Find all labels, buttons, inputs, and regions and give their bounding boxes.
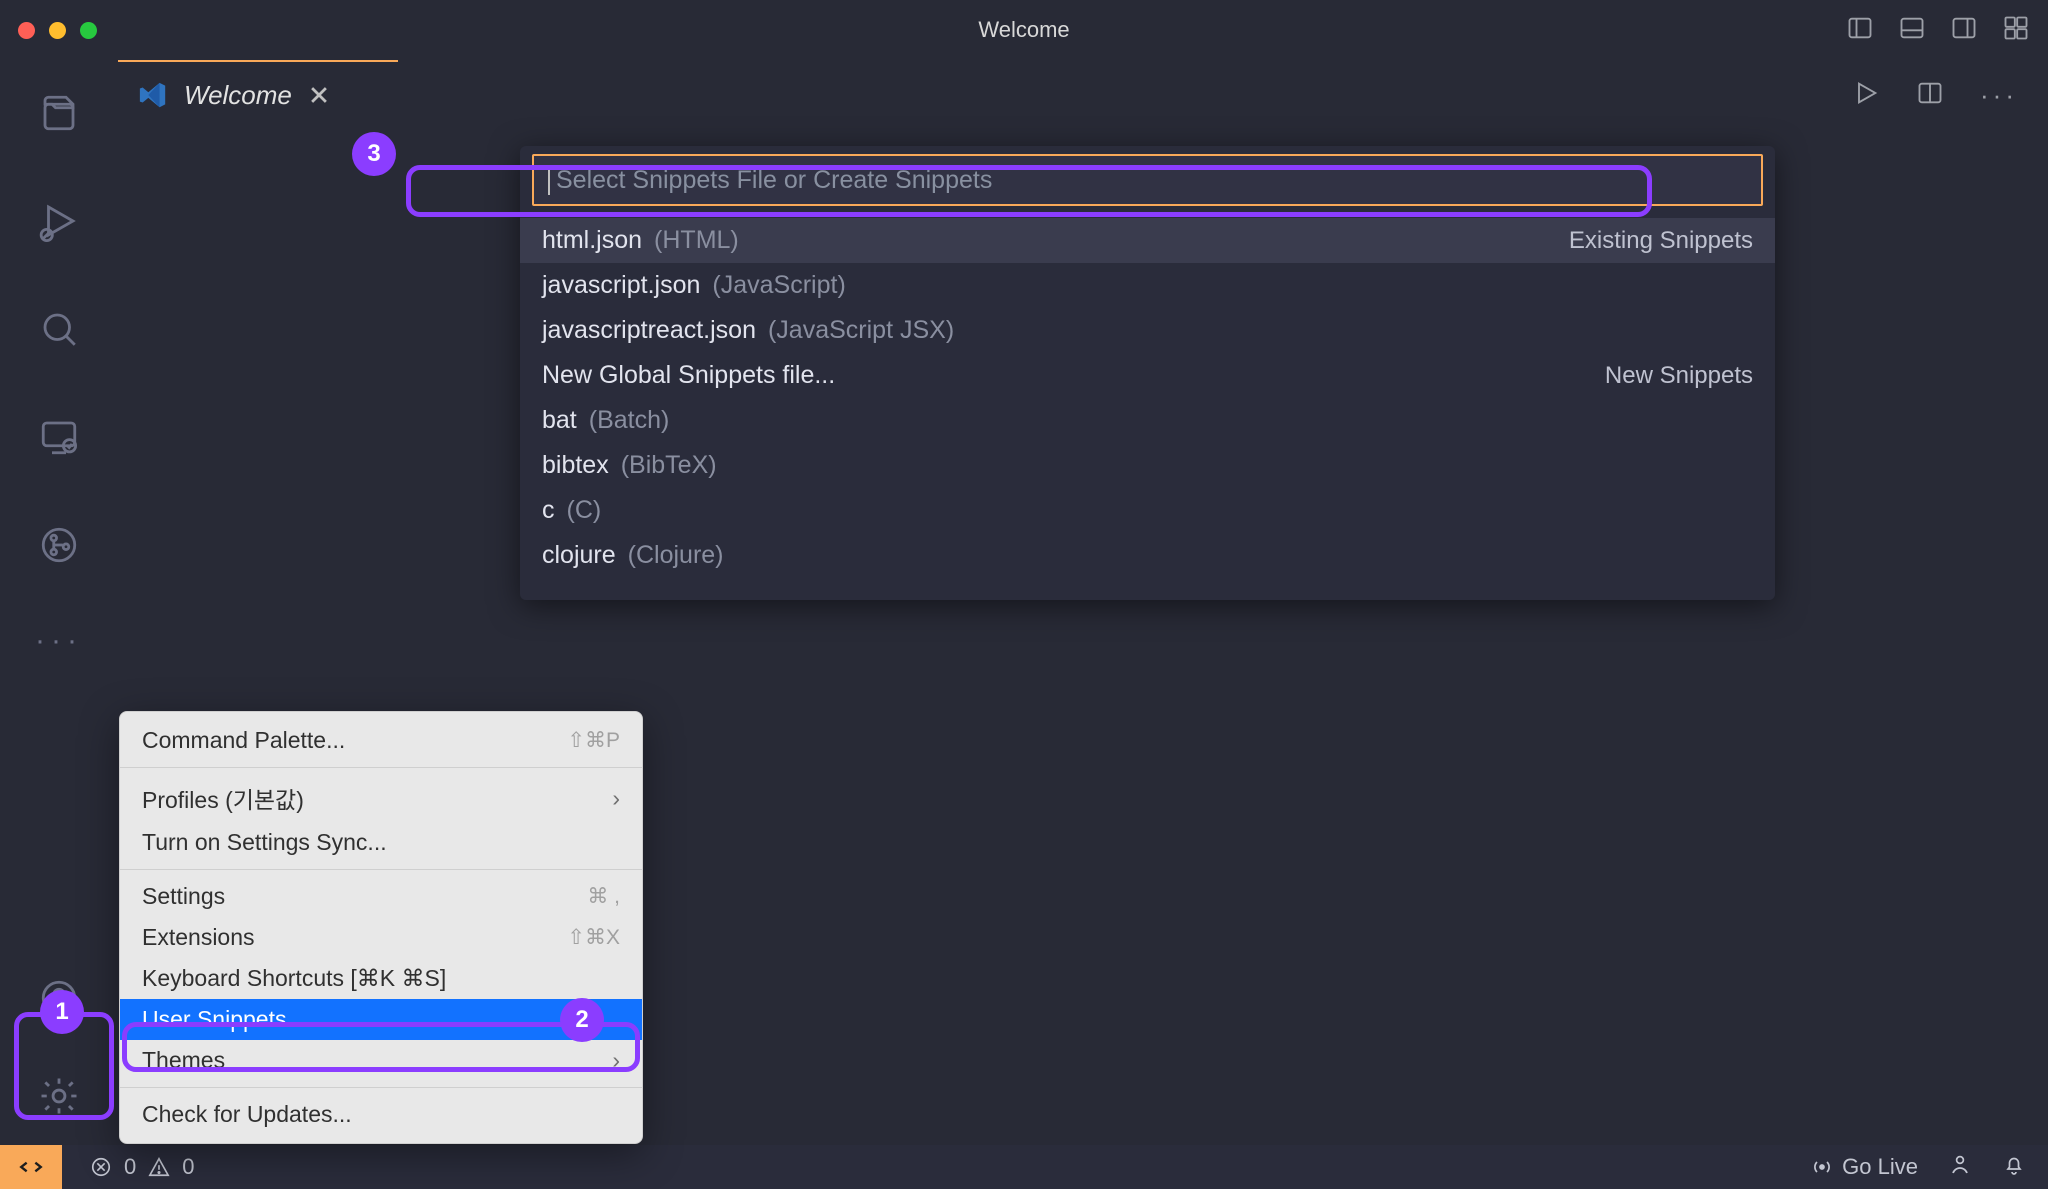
tab-welcome[interactable]: Welcome bbox=[138, 80, 350, 111]
menu-separator bbox=[120, 767, 642, 768]
menu-item-label: Check for Updates... bbox=[142, 1101, 352, 1128]
quick-pick-item-name: bibtex bbox=[542, 451, 609, 480]
window-title: Welcome bbox=[978, 17, 1069, 43]
status-bar: 0 0 Go Live bbox=[0, 1145, 2048, 1189]
quick-pick-item-detail: (Clojure) bbox=[628, 541, 724, 570]
menu-item-label: Extensions bbox=[142, 924, 255, 951]
warning-count: 0 bbox=[182, 1154, 194, 1180]
menu-item-shortcut: ⌘ , bbox=[587, 884, 620, 909]
menu-item-label: Command Palette... bbox=[142, 727, 345, 754]
manage-context-menu: Command Palette... ⇧⌘P Profiles (기본값) › Turn… bbox=[119, 711, 643, 1144]
search-icon[interactable] bbox=[30, 300, 88, 358]
quick-pick-item[interactable]: javascript.json (JavaScript) bbox=[520, 263, 1775, 308]
quick-pick-item[interactable]: clojure (Clojure) bbox=[520, 533, 1775, 578]
tab-close-icon[interactable] bbox=[308, 84, 330, 106]
menu-item[interactable]: Profiles (기본값) › bbox=[120, 774, 642, 822]
quick-pick-item-name: javascriptreact.json bbox=[542, 316, 756, 345]
menu-item-label: Profiles (기본값) bbox=[142, 781, 304, 815]
menu-item[interactable]: Check for Updates... bbox=[120, 1094, 642, 1135]
menu-item-label: Turn on Settings Sync... bbox=[142, 829, 387, 856]
remote-explorer-icon[interactable] bbox=[30, 408, 88, 466]
chevron-right-icon: › bbox=[612, 785, 620, 812]
accounts-icon[interactable] bbox=[30, 969, 88, 1027]
quick-pick-placeholder: Select Snippets File or Create Snippets bbox=[556, 166, 992, 195]
menu-separator bbox=[120, 1087, 642, 1088]
quick-pick-item-detail: (Batch) bbox=[589, 406, 670, 435]
run-debug-icon[interactable] bbox=[30, 192, 88, 250]
quick-pick-item-name: html.json bbox=[542, 226, 642, 255]
titlebar: Welcome bbox=[0, 0, 2048, 60]
manage-gear-icon[interactable] bbox=[30, 1067, 88, 1125]
menu-item-label: Themes bbox=[142, 1047, 225, 1074]
menu-item[interactable]: Settings ⌘ , bbox=[120, 876, 642, 917]
quick-pick-item-detail: (JavaScript) bbox=[712, 271, 845, 300]
source-control-icon[interactable] bbox=[30, 516, 88, 574]
quick-pick-item-name: javascript.json bbox=[542, 271, 700, 300]
quick-pick-item-name: c bbox=[542, 496, 555, 525]
quick-pick-item-detail: (JavaScript JSX) bbox=[768, 316, 954, 345]
menu-item-label: Keyboard Shortcuts [⌘K ⌘S] bbox=[142, 965, 446, 992]
quick-pick-item-detail: (BibTeX) bbox=[621, 451, 717, 480]
quick-pick-item[interactable]: html.json (HTML) Existing Snippets bbox=[520, 218, 1775, 263]
window-maximize-button[interactable] bbox=[80, 22, 97, 39]
quick-pick-item-detail: (HTML) bbox=[654, 226, 739, 255]
quick-pick-group-label: New Snippets bbox=[1605, 362, 1753, 390]
error-circle-icon bbox=[90, 1156, 112, 1178]
menu-item-shortcut: ⇧⌘P bbox=[567, 728, 620, 753]
vscode-file-icon bbox=[138, 80, 168, 110]
layout-panel-icon[interactable] bbox=[1898, 14, 1926, 47]
error-count: 0 bbox=[124, 1154, 136, 1180]
quick-pick-item-name: New Global Snippets file... bbox=[542, 361, 835, 390]
quick-pick-item-name: bat bbox=[542, 406, 577, 435]
editor-more-actions-icon[interactable]: ··· bbox=[1980, 80, 2018, 111]
quick-pick-item[interactable]: bat (Batch) bbox=[520, 398, 1775, 443]
split-editor-icon[interactable] bbox=[1916, 79, 1944, 112]
menu-separator bbox=[120, 869, 642, 870]
window-close-button[interactable] bbox=[18, 22, 35, 39]
quick-pick-item[interactable]: bibtex (BibTeX) bbox=[520, 443, 1775, 488]
menu-item[interactable]: Extensions ⇧⌘X bbox=[120, 917, 642, 958]
customize-layout-icon[interactable] bbox=[2002, 14, 2030, 47]
menu-item[interactable]: Turn on Settings Sync... bbox=[120, 822, 642, 863]
menu-item[interactable]: User Snippets bbox=[120, 999, 642, 1040]
menu-item-label: User Snippets bbox=[142, 1006, 286, 1033]
broadcast-icon bbox=[1810, 1155, 1834, 1179]
menu-item-shortcut: ⇧⌘X bbox=[567, 925, 620, 950]
layout-primary-sidebar-icon[interactable] bbox=[1846, 14, 1874, 47]
quick-pick-item-name: clojure bbox=[542, 541, 616, 570]
quick-pick-input[interactable]: Select Snippets File or Create Snippets bbox=[532, 154, 1763, 206]
warning-triangle-icon bbox=[148, 1156, 170, 1178]
explorer-icon[interactable] bbox=[30, 84, 88, 142]
window-minimize-button[interactable] bbox=[49, 22, 66, 39]
quick-pick-group-label: Existing Snippets bbox=[1569, 227, 1753, 255]
menu-item-label: Settings bbox=[142, 883, 225, 910]
chevron-right-icon: › bbox=[612, 1047, 620, 1074]
activity-bar: ··· bbox=[0, 60, 118, 1145]
notifications-bell-icon[interactable] bbox=[2002, 1152, 2026, 1182]
menu-item[interactable]: Keyboard Shortcuts [⌘K ⌘S] bbox=[120, 958, 642, 999]
menu-item[interactable]: Command Palette... ⇧⌘P bbox=[120, 720, 642, 761]
remote-indicator[interactable] bbox=[0, 1145, 62, 1189]
go-live-button[interactable]: Go Live bbox=[1810, 1154, 1918, 1180]
menu-item[interactable]: Themes › bbox=[120, 1040, 642, 1081]
quick-pick-item-detail: (C) bbox=[567, 496, 602, 525]
quick-pick-palette: Select Snippets File or Create Snippets … bbox=[520, 146, 1775, 600]
feedback-icon[interactable] bbox=[1948, 1152, 1972, 1182]
quick-pick-item[interactable]: New Global Snippets file... New Snippets bbox=[520, 353, 1775, 398]
quick-pick-item[interactable]: javascriptreact.json (JavaScript JSX) bbox=[520, 308, 1775, 353]
tab-label: Welcome bbox=[184, 80, 292, 111]
problems-status[interactable]: 0 0 bbox=[80, 1145, 205, 1189]
quick-pick-item[interactable]: c (C) bbox=[520, 488, 1775, 533]
activity-overflow-icon[interactable]: ··· bbox=[35, 624, 83, 658]
run-icon[interactable] bbox=[1852, 79, 1880, 112]
layout-secondary-sidebar-icon[interactable] bbox=[1950, 14, 1978, 47]
